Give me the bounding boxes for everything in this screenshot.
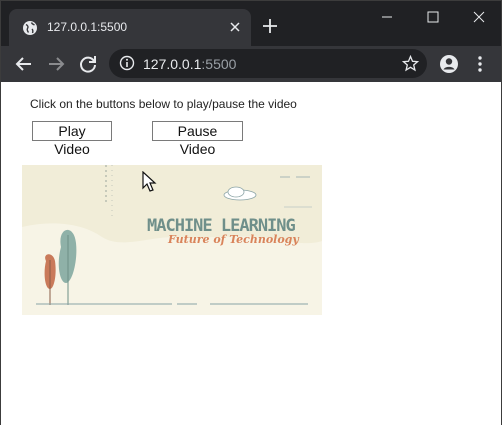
address-bar[interactable]: 127.0.0.1:5500 [109,49,427,78]
mouse-cursor-icon [142,171,157,192]
instructions-text: Click on the buttons below to play/pause… [30,97,297,111]
minimize-button[interactable] [365,5,409,29]
tab-strip: 127.0.0.1:5500 [1,1,501,46]
url-text: 127.0.0.1:5500 [143,56,236,72]
star-icon[interactable] [402,55,419,72]
maximize-button[interactable] [411,5,455,29]
close-icon[interactable] [227,19,243,35]
info-icon[interactable] [119,55,135,71]
back-arrow-icon[interactable] [13,53,35,75]
url-port: :5500 [201,56,237,72]
plus-icon[interactable] [259,15,281,37]
reload-icon[interactable] [77,53,99,75]
video-frame: MACHINE LEARNING Future of Technology [22,165,322,315]
maximize-icon [427,11,439,23]
browser-window: 127.0.0.1:5500 127.0.0.1:5500 Click on t… [0,0,502,425]
url-host: 127.0.0.1 [143,56,202,72]
tab-title: 127.0.0.1:5500 [47,20,128,34]
pause-video-button[interactable]: Pause Video [152,121,243,157]
video-subtitle: Future of Technology [167,233,300,246]
close-window-button[interactable] [457,5,501,29]
close-window-icon [473,11,485,23]
kebab-menu-icon[interactable] [469,53,491,75]
profile-icon[interactable] [438,53,460,75]
forward-arrow-icon[interactable] [45,53,67,75]
play-video-button[interactable]: Play Video [32,121,112,157]
browser-toolbar: 127.0.0.1:5500 [1,46,501,82]
minimize-icon [382,16,392,18]
browser-tab[interactable]: 127.0.0.1:5500 [9,9,251,46]
globe-icon [23,21,37,35]
video-player[interactable]: MACHINE LEARNING Future of Technology [22,165,322,315]
page-content: Click on the buttons below to play/pause… [1,82,501,425]
